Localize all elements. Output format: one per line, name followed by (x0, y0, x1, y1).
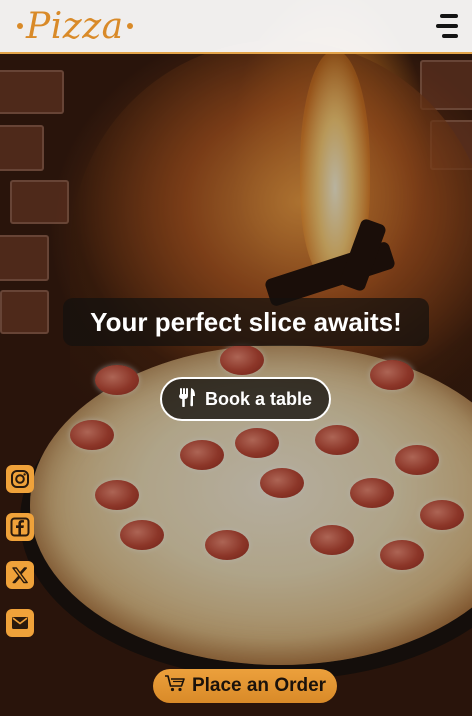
brand-logo[interactable]: Pizza (14, 6, 136, 47)
hamburger-menu-icon (440, 14, 458, 18)
facebook-icon (10, 517, 30, 537)
cart-icon (164, 674, 186, 698)
site-header: Pizza (0, 0, 472, 54)
hero-tagline: Your perfect slice awaits! (63, 298, 429, 346)
fork-knife-icon (178, 387, 197, 412)
book-table-button[interactable]: Book a table (160, 377, 331, 421)
hero-background-image (0, 0, 472, 716)
book-table-label: Book a table (204, 388, 313, 409)
hamburger-menu-button[interactable] (432, 14, 458, 38)
menu-line-bottom (442, 34, 458, 38)
email-link[interactable] (6, 609, 34, 637)
menu-line-middle (436, 24, 458, 28)
x-link[interactable] (6, 561, 34, 589)
page: Pizza Your perfect slice awaits! Book a (0, 0, 472, 716)
place-order-button[interactable]: Place an Order (153, 669, 337, 703)
social-links (6, 465, 34, 637)
logo-text: Pizza (26, 5, 124, 47)
x-icon (12, 567, 28, 584)
logo-dot-right (126, 23, 133, 29)
place-order-label: Place an Order (191, 675, 327, 696)
instagram-icon (11, 470, 29, 488)
instagram-link[interactable] (6, 465, 34, 493)
mail-icon (12, 617, 28, 629)
facebook-link[interactable] (6, 513, 34, 541)
logo-dot-left (17, 23, 23, 29)
